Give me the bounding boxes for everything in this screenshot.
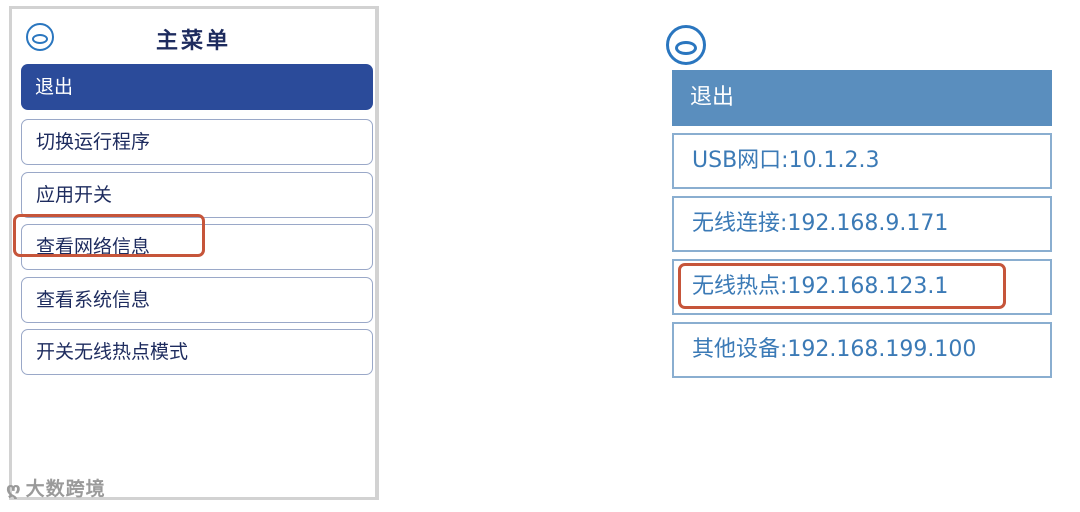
- network-info-screen: 退出 USB网口:10.1.2.3 无线连接:192.168.9.171 无线热…: [660, 0, 1070, 512]
- highlight-network-info: [13, 214, 205, 257]
- weibo-icon: ღ: [6, 479, 22, 500]
- menu-item-system-info[interactable]: 查看系统信息: [21, 277, 373, 323]
- menu-item-app-switch[interactable]: 应用开关: [21, 172, 373, 218]
- other-device-info[interactable]: 其他设备:192.168.199.100: [672, 322, 1052, 378]
- wireless-connection-info[interactable]: 无线连接:192.168.9.171: [672, 196, 1052, 252]
- highlight-hotspot-info: [678, 263, 1006, 309]
- menu-title: 主菜单: [155, 29, 231, 54]
- menu-item-exit[interactable]: 退出: [21, 64, 373, 110]
- network-exit-button[interactable]: 退出: [672, 70, 1052, 126]
- menu-item-hotspot-mode[interactable]: 开关无线热点模式: [21, 329, 373, 375]
- menu-header: 主菜单: [12, 9, 375, 61]
- watermark: ღ 大数跨境: [6, 474, 106, 501]
- app-logo-icon: [666, 25, 706, 65]
- menu-item-switch-program[interactable]: 切换运行程序: [21, 119, 373, 165]
- usb-port-info[interactable]: USB网口:10.1.2.3: [672, 133, 1052, 189]
- watermark-text: 大数跨境: [25, 478, 106, 500]
